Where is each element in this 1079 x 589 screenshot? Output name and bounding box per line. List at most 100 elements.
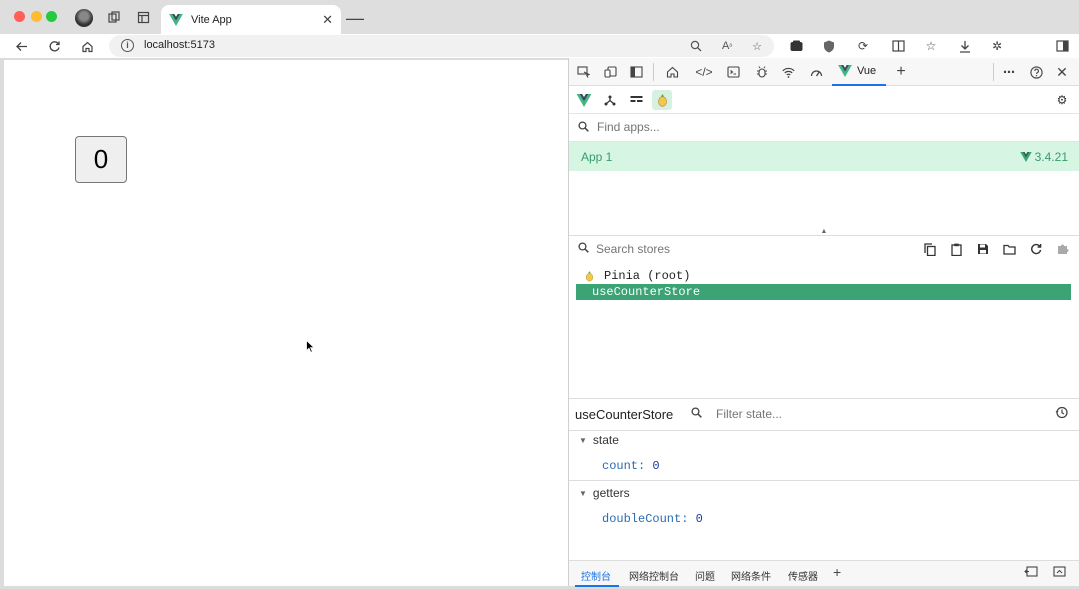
drawer-tab-issues[interactable]: 问题 (695, 568, 715, 583)
vue-logo-icon (169, 13, 183, 26)
copy-icon[interactable] (921, 240, 939, 258)
component-tree-icon[interactable] (600, 90, 620, 110)
state-property[interactable]: count: 0 (602, 459, 660, 473)
tree-item-selected-store[interactable]: useCounterStore (576, 284, 1071, 300)
devtools-tab-bar: </> Vue + ⋯ ✕ (569, 58, 1079, 86)
drawer-tab-console[interactable]: 控制台 (581, 568, 611, 583)
sidebar-toggle-icon[interactable] (1053, 37, 1071, 55)
find-apps-input[interactable] (597, 120, 897, 134)
address-bar: i localhost:5173 Aᵃ ☆ ⟳ ☆ ✲ (0, 34, 1079, 58)
search-stores-input[interactable] (596, 242, 896, 256)
split-screen-icon[interactable] (889, 37, 907, 55)
site-info-icon[interactable]: i (121, 39, 134, 52)
history-icon[interactable] (1055, 406, 1068, 422)
welcome-home-icon[interactable] (663, 63, 681, 81)
new-tab-icon[interactable]: — (346, 8, 364, 29)
console-icon[interactable] (724, 63, 742, 81)
url-text: localhost:5173 (144, 39, 215, 51)
open-folder-icon[interactable] (1000, 240, 1018, 258)
vue-logo-icon (838, 65, 852, 77)
profile-avatar[interactable] (75, 9, 93, 27)
filter-state-input[interactable] (716, 407, 966, 421)
inspected-store-name: useCounterStore (575, 407, 674, 422)
refresh-icon[interactable] (1027, 240, 1045, 258)
search-icon (578, 121, 589, 135)
drawer-tab-network-console[interactable]: 网络控制台 (629, 568, 679, 583)
add-drawer-tab-icon[interactable]: + (833, 564, 841, 580)
devtools-panel: </> Vue + ⋯ ✕ ⚙ Find apps... App 1 3.4.2… (568, 58, 1079, 587)
timeline-icon[interactable] (626, 90, 646, 110)
app-version: 3.4.21 (1019, 150, 1068, 164)
search-stores-bar (569, 236, 1079, 262)
close-drawer-icon[interactable] (1053, 566, 1066, 580)
refresh-icon[interactable] (44, 36, 64, 56)
save-icon[interactable] (974, 240, 992, 258)
maximize-window-button[interactable] (46, 11, 57, 22)
performance-icon[interactable]: ✲ (988, 37, 1006, 55)
close-devtools-icon[interactable]: ✕ (1053, 63, 1071, 81)
search-icon (691, 407, 702, 421)
tab-vue[interactable]: Vue (832, 58, 886, 86)
network-wifi-icon[interactable] (779, 63, 797, 81)
dock-drawer-icon[interactable] (1024, 566, 1038, 580)
elements-icon[interactable]: </> (695, 63, 713, 81)
tab-actions-icon[interactable] (134, 8, 152, 26)
app-version-text: 3.4.21 (1034, 150, 1068, 164)
performance-gauge-icon[interactable] (807, 63, 825, 81)
inspect-element-icon[interactable] (574, 63, 592, 81)
workspaces-icon[interactable] (105, 8, 123, 26)
vue-tab-label: Vue (857, 65, 877, 77)
tab-separator (653, 63, 654, 81)
drawer-tab-network-conditions[interactable]: 网络条件 (731, 568, 771, 583)
counter-button[interactable]: 0 (75, 136, 127, 183)
state-section-toggle[interactable]: ▼ state (579, 433, 619, 447)
tab-title: Vite App (191, 13, 232, 26)
getter-property[interactable]: doubleCount: 0 (602, 512, 703, 526)
property-value: 0 (652, 459, 660, 473)
extension-icon[interactable] (787, 37, 805, 55)
search-icon (578, 242, 589, 256)
state-section-label: state (592, 433, 619, 447)
back-icon[interactable] (11, 36, 31, 56)
find-apps-bar (569, 114, 1079, 142)
close-tab-icon[interactable]: ✕ (322, 12, 333, 28)
browser-tab[interactable]: Vite App ✕ (161, 5, 341, 34)
favorites-icon[interactable]: ☆ (922, 37, 940, 55)
app-name: App 1 (581, 150, 613, 164)
downloads-icon[interactable] (956, 37, 974, 55)
tree-item-pinia-root[interactable]: Pinia (root) (576, 268, 1071, 284)
extensions-puzzle-icon[interactable]: ⟳ (854, 37, 872, 55)
pane-resize-handle[interactable]: ▲ (819, 228, 829, 235)
app-list-item[interactable]: App 1 3.4.21 (569, 142, 1079, 171)
paste-clipboard-icon[interactable] (947, 240, 965, 258)
property-colon: : (638, 459, 653, 473)
divider (569, 430, 1079, 431)
property-colon: : (681, 512, 696, 526)
tree-item-label: Pinia (root) (604, 269, 691, 283)
pinia-icon[interactable] (652, 90, 672, 110)
close-window-button[interactable] (14, 11, 25, 22)
more-tabs-plus-icon[interactable]: + (892, 63, 910, 81)
url-bar[interactable]: i localhost:5173 Aᵃ ☆ (109, 35, 774, 57)
vue-components-icon[interactable] (574, 90, 594, 110)
settings-gear-icon[interactable]: ⚙ (1052, 90, 1072, 110)
home-icon[interactable] (77, 36, 97, 56)
dock-side-icon[interactable] (627, 63, 645, 81)
device-toolbar-icon[interactable] (601, 63, 619, 81)
divider (569, 480, 1079, 481)
help-icon[interactable] (1027, 63, 1045, 81)
favorite-star-icon[interactable]: ☆ (749, 38, 765, 54)
shield-icon[interactable] (820, 37, 838, 55)
page-viewport: 0 (4, 60, 568, 586)
devtools-drawer: 控制台 网络控制台 问题 网络条件 传感器 + (569, 560, 1079, 587)
collapse-arrow-icon: ▼ (579, 489, 587, 498)
getters-section-toggle[interactable]: ▼ getters (579, 486, 630, 500)
more-options-icon[interactable]: ⋯ (1000, 63, 1018, 81)
collapse-arrow-icon: ▼ (579, 436, 587, 445)
zoom-icon[interactable] (688, 38, 704, 54)
minimize-window-button[interactable] (31, 11, 42, 22)
plugin-puzzle-icon[interactable] (1054, 240, 1072, 258)
drawer-tab-sensors[interactable]: 传感器 (788, 568, 818, 583)
read-aloud-icon[interactable]: Aᵃ (719, 38, 735, 54)
sources-bug-icon[interactable] (753, 63, 771, 81)
